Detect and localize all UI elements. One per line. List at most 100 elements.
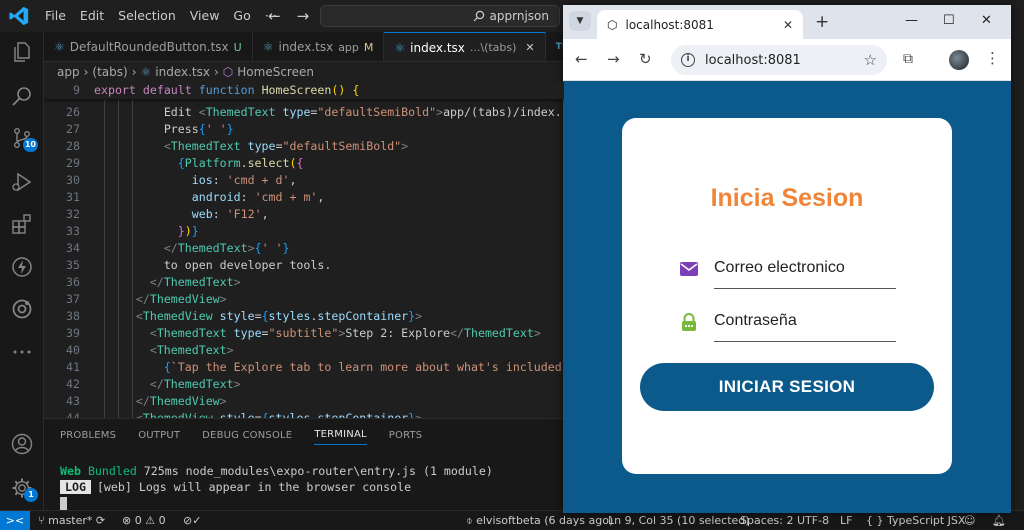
code-line[interactable]: 39 <ThemedText type="subtitle">Step 2: E… xyxy=(44,325,564,342)
tab-terminal[interactable]: TERMINAL xyxy=(314,429,367,445)
code-line[interactable]: 43 </ThemedView> xyxy=(44,393,564,410)
search-view-icon[interactable] xyxy=(8,82,36,110)
remote-explorer-icon[interactable] xyxy=(8,295,36,323)
command-center[interactable]: apprnjson xyxy=(320,5,560,27)
code-line[interactable]: 40 <ThemedText> xyxy=(44,342,564,359)
close-icon[interactable]: ✕ xyxy=(525,41,534,54)
back-icon[interactable]: ← xyxy=(575,50,588,68)
browser-tab-title: localhost:8081 xyxy=(625,17,714,32)
sticky-scroll-line[interactable]: 9 export default function HomeScreen() { xyxy=(44,82,564,99)
profile-avatar[interactable] xyxy=(949,50,969,70)
login-button[interactable]: INICIAR SESION xyxy=(640,363,934,411)
menu-file[interactable]: File xyxy=(38,0,73,32)
terminal-line: LOG [web] Logs will appear in the browser… xyxy=(60,479,564,495)
password-field[interactable]: Contraseña xyxy=(680,307,896,342)
code-line[interactable]: 33 })} xyxy=(44,223,564,240)
tab-default-rounded-button[interactable]: ⚛ DefaultRoundedButton.tsx U xyxy=(44,32,253,61)
site-info-icon[interactable]: i xyxy=(681,53,695,67)
check-icon[interactable]: ⊘✓ xyxy=(183,511,201,530)
explorer-icon[interactable] xyxy=(8,38,36,66)
more-views-icon[interactable] xyxy=(8,338,36,366)
notifications-bell-icon[interactable]: 🔔︎ xyxy=(992,511,1006,530)
terminal[interactable]: Web Bundled 725ms node_modules\expo-rout… xyxy=(44,451,564,511)
code-line[interactable]: 34 </ThemedText>{' '} xyxy=(44,240,564,257)
modified-badge: M xyxy=(363,40,374,54)
breadcrumb-item[interactable]: app xyxy=(57,65,80,79)
lock-icon xyxy=(682,313,696,331)
symbol-method-icon: ⬡ xyxy=(222,65,234,79)
code-line[interactable]: 36 </ThemedText> xyxy=(44,274,564,291)
problems-status[interactable]: ⊗ 0 ⚠ 0 xyxy=(122,511,166,530)
code-line[interactable]: 26 Edit <ThemedText type="defaultSemiBol… xyxy=(44,104,564,121)
extensions-icon[interactable] xyxy=(8,210,36,238)
reload-icon[interactable]: ↻ xyxy=(639,50,652,68)
close-tab-icon[interactable]: ✕ xyxy=(783,18,793,32)
source-control-icon[interactable]: 10 xyxy=(8,124,38,152)
lightning-icon[interactable] xyxy=(8,253,36,281)
tab-output[interactable]: OUTPUT xyxy=(138,430,180,441)
code-line[interactable]: 38 <ThemedView style={styles.stepContain… xyxy=(44,308,564,325)
favicon-icon: ⬡ xyxy=(607,17,618,32)
cursor-position-status[interactable]: Ln 9, Col 35 (10 selected) xyxy=(608,511,750,530)
code-line[interactable]: 32 web: 'F12', xyxy=(44,206,564,223)
language-status[interactable]: { } TypeScript JSX xyxy=(866,511,965,530)
eol-status[interactable]: LF xyxy=(840,511,852,530)
email-placeholder: Correo electronico xyxy=(714,259,845,276)
code-line[interactable]: 27 Press{' '} xyxy=(44,121,564,138)
forward-arrow-icon[interactable]: → xyxy=(297,7,310,25)
code-editor[interactable]: 9 export default function HomeScreen() { … xyxy=(44,82,564,418)
code-line[interactable]: 29 {Platform.select({ xyxy=(44,155,564,172)
code-line[interactable]: 31 android: 'cmd + m', xyxy=(44,189,564,206)
menu-view[interactable]: View xyxy=(183,0,227,32)
indentation-status[interactable]: Spaces: 2 xyxy=(740,511,793,530)
login-card: Inicia Sesion Correo electronico Contras… xyxy=(622,118,952,474)
command-center-text: apprnjson xyxy=(489,9,549,23)
branch-status[interactable]: ⑂ master* ⟳ xyxy=(38,511,105,530)
new-tab-plus-icon[interactable]: + xyxy=(815,12,829,32)
minimize-icon[interactable]: — xyxy=(905,13,918,28)
breadcrumb-item[interactable]: index.tsx xyxy=(155,65,210,79)
tab-debug-console[interactable]: DEBUG CONSOLE xyxy=(202,430,292,441)
code-line[interactable]: 44 <ThemedView style={styles.stepContain… xyxy=(44,410,564,418)
address-text: localhost:8081 xyxy=(705,52,801,68)
status-bar: >< ⑂ master* ⟳ ⊗ 0 ⚠ 0 ⊘✓ ⌽ elvisoftbeta… xyxy=(0,510,1024,530)
extensions-puzzle-icon[interactable]: ⧉ xyxy=(903,51,913,67)
chevron-right-icon: › xyxy=(83,65,89,79)
breadcrumb-item[interactable]: (tabs) xyxy=(92,65,127,79)
address-bar[interactable]: i localhost:8081 ☆ xyxy=(671,45,887,75)
menu-edit[interactable]: Edit xyxy=(73,0,111,32)
tab-search-icon[interactable]: ▼ xyxy=(569,11,591,31)
browser-tab[interactable]: ⬡ localhost:8081 ✕ xyxy=(597,10,803,39)
code-line[interactable]: 35 to open developer tools. xyxy=(44,257,564,274)
browser-window: ▼ ⬡ localhost:8081 ✕ + — ☐ ✕ ← → ↻ i loc… xyxy=(563,5,1011,513)
bookmark-star-icon[interactable]: ☆ xyxy=(864,51,877,69)
breadcrumb-item[interactable]: HomeScreen xyxy=(237,65,314,79)
chevron-right-icon: › xyxy=(131,65,137,79)
git-blame-status[interactable]: ⌽ elvisoftbeta (6 days ago) xyxy=(466,511,613,530)
code-line[interactable]: 42 </ThemedText> xyxy=(44,376,564,393)
menu-selection[interactable]: Selection xyxy=(111,0,183,32)
remote-indicator-icon[interactable]: >< xyxy=(0,511,30,530)
tab-index-tabs[interactable]: ⚛ index.tsx ...\(tabs) ✕ xyxy=(384,32,546,61)
close-window-icon[interactable]: ✕ xyxy=(981,13,992,28)
manage-gear-icon[interactable]: 1 xyxy=(8,474,38,502)
encoding-status[interactable]: UTF-8 xyxy=(797,511,829,530)
email-field[interactable]: Correo electronico xyxy=(680,254,896,289)
tab-problems[interactable]: PROBLEMS xyxy=(60,430,116,441)
browser-tab-strip: ▼ ⬡ localhost:8081 ✕ + — ☐ ✕ xyxy=(563,5,1011,39)
code-line[interactable]: 37 </ThemedView> xyxy=(44,291,564,308)
tab-api[interactable]: TS api xyxy=(546,32,564,61)
run-debug-icon[interactable] xyxy=(8,168,36,196)
account-icon[interactable] xyxy=(8,430,36,458)
code-line[interactable]: 41 {`Tap the Explore tab to learn more a… xyxy=(44,359,564,376)
code-line[interactable]: 30 ios: 'cmd + d', xyxy=(44,172,564,189)
code-line[interactable]: 28 <ThemedText type="defaultSemiBold"> xyxy=(44,138,564,155)
maximize-icon[interactable]: ☐ xyxy=(943,13,955,28)
back-arrow-icon[interactable]: ← xyxy=(268,7,281,25)
tab-ports[interactable]: PORTS xyxy=(389,430,423,441)
copilot-icon[interactable]: ☺ xyxy=(964,511,975,530)
forward-icon[interactable]: → xyxy=(607,50,620,68)
menu-go[interactable]: Go xyxy=(226,0,257,32)
tab-index-app[interactable]: ⚛ index.tsx app M xyxy=(253,32,385,61)
browser-menu-icon[interactable]: ⋮ xyxy=(985,49,1000,67)
